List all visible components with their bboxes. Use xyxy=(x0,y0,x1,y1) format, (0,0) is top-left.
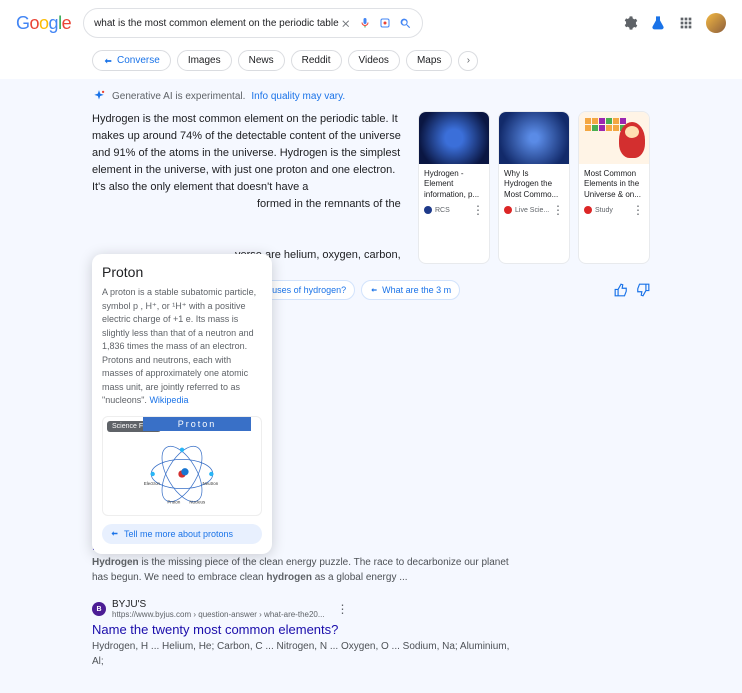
gear-icon[interactable] xyxy=(622,15,638,31)
search-result: B BYJU'S https://www.byjus.com › questio… xyxy=(92,599,512,669)
search-input[interactable] xyxy=(94,18,340,29)
card-title: Most Common Elements in the Universe & o… xyxy=(579,164,649,200)
card-menu-icon[interactable]: ⋮ xyxy=(632,203,644,217)
sparkle-icon xyxy=(92,89,106,103)
ai-answer-text: Hydrogen is the most common element on t… xyxy=(92,111,402,264)
chip-images[interactable]: Images xyxy=(177,50,232,71)
chip-news[interactable]: News xyxy=(238,50,285,71)
result-url: https://www.byjus.com › question-answer … xyxy=(112,610,325,619)
filter-chips: Converse Images News Reddit Videos Maps … xyxy=(0,46,742,75)
main-content: Generative AI is experimental. Info qual… xyxy=(0,79,742,693)
info-quality-link[interactable]: Info quality may vary. xyxy=(251,91,345,102)
chip-reddit[interactable]: Reddit xyxy=(291,50,342,71)
chip-converse[interactable]: Converse xyxy=(92,50,171,71)
related-chip[interactable]: What are the 3 m xyxy=(361,280,460,300)
header: Google xyxy=(0,0,742,46)
result-snippet: Hydrogen is the missing piece of the cle… xyxy=(92,556,512,585)
chip-videos[interactable]: Videos xyxy=(348,50,400,71)
popover-body: A proton is a stable subatomic particle,… xyxy=(102,286,262,408)
tell-me-more-button[interactable]: Tell me more about protons xyxy=(102,524,262,544)
apps-icon[interactable] xyxy=(678,15,694,31)
more-filters-icon[interactable]: › xyxy=(458,51,478,71)
header-actions xyxy=(622,13,726,33)
wikipedia-link[interactable]: Wikipedia xyxy=(149,395,188,405)
card-title: Why Is Hydrogen the Most Commo... xyxy=(499,164,569,200)
avatar[interactable] xyxy=(706,13,726,33)
svg-text:Nucleus: Nucleus xyxy=(189,499,206,504)
svg-text:Neutron: Neutron xyxy=(203,481,219,486)
clear-icon[interactable] xyxy=(340,18,351,29)
result-title-link[interactable]: Name the twenty most common elements? xyxy=(92,622,512,637)
source-cards: Hydrogen - Element information, p... RCS… xyxy=(418,111,650,264)
card-title: Hydrogen - Element information, p... xyxy=(419,164,489,200)
search-box[interactable] xyxy=(83,8,423,38)
atom-diagram: Electron Neutron Proton Nucleus xyxy=(137,441,227,507)
entity-popover: Proton A proton is a stable subatomic pa… xyxy=(92,254,272,554)
result-menu-icon[interactable]: ⋮ xyxy=(337,602,349,616)
source-card[interactable]: Most Common Elements in the Universe & o… xyxy=(578,111,650,264)
popover-image: Science Facts Proton Electron Neutron Pr… xyxy=(102,416,262,516)
svg-text:Electron: Electron xyxy=(144,481,161,486)
google-logo[interactable]: Google xyxy=(16,13,71,34)
chip-maps[interactable]: Maps xyxy=(406,50,452,71)
card-thumbnail xyxy=(419,112,489,164)
svg-text:Proton: Proton xyxy=(167,499,180,504)
mic-icon[interactable] xyxy=(359,17,371,29)
result-snippet: Hydrogen, H ... Helium, He; Carbon, C ..… xyxy=(92,640,512,669)
search-icon[interactable] xyxy=(399,17,412,30)
card-thumbnail xyxy=(499,112,569,164)
gen-exp-text: Generative AI is experimental. xyxy=(112,91,245,102)
result-site: BYJU'S xyxy=(112,599,325,610)
card-menu-icon[interactable]: ⋮ xyxy=(552,203,564,217)
lens-icon[interactable] xyxy=(379,17,391,29)
favicon: B xyxy=(92,602,106,616)
source-card[interactable]: Why Is Hydrogen the Most Commo... Live S… xyxy=(498,111,570,264)
generative-header: Generative AI is experimental. Info qual… xyxy=(92,89,650,103)
card-thumbnail xyxy=(579,112,649,164)
labs-icon[interactable] xyxy=(650,15,666,31)
image-title: Proton xyxy=(143,417,251,431)
popover-title: Proton xyxy=(102,264,262,280)
source-card[interactable]: Hydrogen - Element information, p... RCS… xyxy=(418,111,490,264)
thumbs-down-icon[interactable] xyxy=(636,283,650,297)
thumbs-up-icon[interactable] xyxy=(614,283,628,297)
card-menu-icon[interactable]: ⋮ xyxy=(472,203,484,217)
